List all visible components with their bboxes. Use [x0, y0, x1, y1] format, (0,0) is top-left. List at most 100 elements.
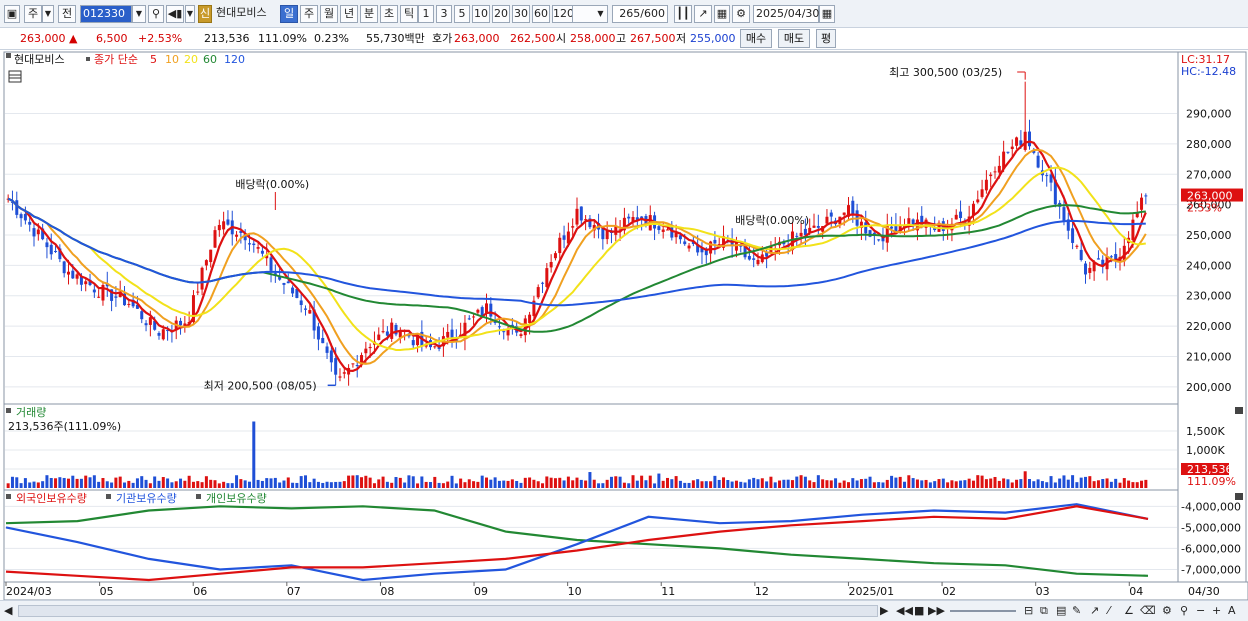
interval-tab-1[interactable]: 1	[418, 5, 434, 23]
candle-body	[489, 303, 493, 317]
candle-body	[1071, 228, 1075, 243]
period-tab-4[interactable]: 분	[360, 5, 378, 23]
zoom-in-icon[interactable]: +	[1212, 604, 1221, 618]
buy-button[interactable]: 매수	[740, 29, 772, 48]
interval-tab-10[interactable]: 10	[472, 5, 490, 23]
eval-button[interactable]: 평	[816, 29, 836, 48]
interval-tab-120[interactable]: 120	[552, 5, 574, 23]
volume-bar	[704, 481, 708, 488]
volume-bar	[743, 482, 747, 488]
angle-icon[interactable]: ∠	[1124, 604, 1134, 618]
volume-panel-close-icon[interactable]	[1235, 407, 1243, 414]
volume-bar	[575, 477, 579, 488]
legend-ma-60[interactable]: 60	[203, 53, 217, 66]
candle-body	[269, 257, 273, 271]
erase-icon[interactable]: ⌫	[1140, 604, 1156, 618]
date-input[interactable]: 2025/04/30	[753, 5, 819, 23]
chart-svg[interactable]: 290,000280,000270,000260,000250,000240,0…	[0, 50, 1248, 600]
volume-bar	[924, 479, 928, 488]
volume-bar	[687, 482, 691, 488]
period-select[interactable]: 주	[24, 5, 42, 23]
interval-dropdown-icon[interactable]: ▼	[594, 5, 608, 23]
zoom-out-icon[interactable]: −	[1196, 604, 1205, 618]
draw-tool-icon[interactable]: ↗	[694, 5, 712, 23]
volume-bar	[265, 478, 269, 488]
volume-bar	[954, 481, 958, 488]
scroll-right-icon[interactable]: ▶	[880, 604, 892, 618]
candle-body	[148, 317, 152, 325]
legend-foreign[interactable]: 외국인보유수량	[16, 492, 87, 505]
window-menu-icon[interactable]: ▣	[4, 5, 20, 23]
grid-icon[interactable]: ▦	[714, 5, 730, 23]
period-tab-0[interactable]: 일	[280, 5, 298, 23]
layout-icon[interactable]: ⊟	[1024, 604, 1033, 618]
volume-bar	[868, 476, 872, 488]
count-input[interactable]: 265/600	[612, 5, 668, 23]
zoom-slider[interactable]	[950, 610, 1016, 612]
stop-icon[interactable]: ■	[914, 604, 924, 618]
interval-tab-20[interactable]: 20	[492, 5, 510, 23]
speaker-icon[interactable]: ◀▮	[166, 5, 184, 23]
y-tick-label: -5,000,000	[1181, 521, 1241, 534]
volume-bar	[424, 481, 428, 488]
horizontal-scrollbar[interactable]	[18, 605, 878, 617]
font-size-icon[interactable]: A	[1228, 604, 1236, 618]
prev-button[interactable]: 전	[58, 5, 76, 23]
legend-ma-5[interactable]: 5	[150, 53, 157, 66]
legend-ma-label[interactable]: 종가 단순	[94, 53, 138, 66]
volume-bar	[941, 478, 945, 488]
window-icon[interactable]: ⧉	[1040, 604, 1048, 618]
rewind-icon[interactable]: ◀◀	[896, 604, 913, 618]
line-icon[interactable]: ⁄	[1108, 604, 1110, 618]
settings-icon[interactable]: ⚙	[1162, 604, 1172, 618]
trend-icon[interactable]: ↗	[1090, 604, 1099, 618]
candle-body	[476, 309, 480, 313]
stock-code-input[interactable]: 012330	[80, 5, 132, 23]
chevron-down-icon[interactable]: ▼	[42, 5, 54, 23]
period-tab-1[interactable]: 주	[300, 5, 318, 23]
drawing-icon[interactable]: ✎	[1072, 604, 1081, 618]
candle-body	[49, 244, 53, 255]
volume-title[interactable]: 거래량	[16, 406, 46, 419]
volume-bar	[846, 482, 850, 488]
stock-code-dropdown-icon[interactable]: ▼	[132, 5, 146, 23]
x-tick-label: 07	[287, 585, 301, 598]
volume-bar	[407, 475, 411, 488]
interval-tab-3[interactable]: 3	[436, 5, 452, 23]
speaker-dropdown-icon[interactable]: ▼	[185, 5, 195, 23]
sell-button[interactable]: 매도	[778, 29, 810, 48]
search-icon[interactable]: ⚲	[148, 5, 164, 23]
period-tab-2[interactable]: 월	[320, 5, 338, 23]
gear-icon[interactable]: ⚙	[732, 5, 750, 23]
list-icon[interactable]: ▤	[1056, 604, 1066, 618]
period-tab-5[interactable]: 초	[380, 5, 398, 23]
legend-inst[interactable]: 기관보유수량	[116, 492, 177, 505]
candle-type-icon[interactable]: ┃┃	[674, 5, 692, 23]
interval-tab-5[interactable]: 5	[454, 5, 470, 23]
interval-tab-60[interactable]: 60	[532, 5, 550, 23]
legend-stock-name[interactable]: 현대모비스	[14, 53, 65, 66]
table-icon[interactable]	[8, 70, 22, 83]
candle-body	[816, 226, 820, 228]
scroll-left-icon[interactable]: ◀	[4, 604, 16, 618]
interval-tab-30[interactable]: 30	[512, 5, 530, 23]
candle-body	[1015, 137, 1019, 146]
legend-ma-120[interactable]: 120	[224, 53, 245, 66]
period-tab-6[interactable]: 틱	[400, 5, 418, 23]
candle-body	[222, 221, 226, 230]
volume-bar	[476, 481, 480, 488]
legend-marker-icon	[6, 408, 11, 413]
period-tab-3[interactable]: 년	[340, 5, 358, 23]
legend-indiv[interactable]: 개인보유수량	[206, 492, 267, 505]
volume-bar	[1049, 476, 1053, 488]
chart-area[interactable]: 290,000 280,000 270,000 260,000 250,000 240,0…	[0, 50, 1248, 600]
legend-ma-10[interactable]: 10	[165, 53, 179, 66]
zoom-icon[interactable]: ⚲	[1180, 604, 1188, 618]
legend-ma-20[interactable]: 20	[184, 53, 198, 66]
candle-body	[304, 308, 308, 310]
fast-forward-icon[interactable]: ▶▶	[928, 604, 945, 618]
volume-bar	[79, 478, 83, 488]
calendar-icon[interactable]: ▦	[819, 5, 835, 23]
volume-bar	[329, 482, 333, 488]
holdings-panel-close-icon[interactable]	[1235, 493, 1243, 500]
